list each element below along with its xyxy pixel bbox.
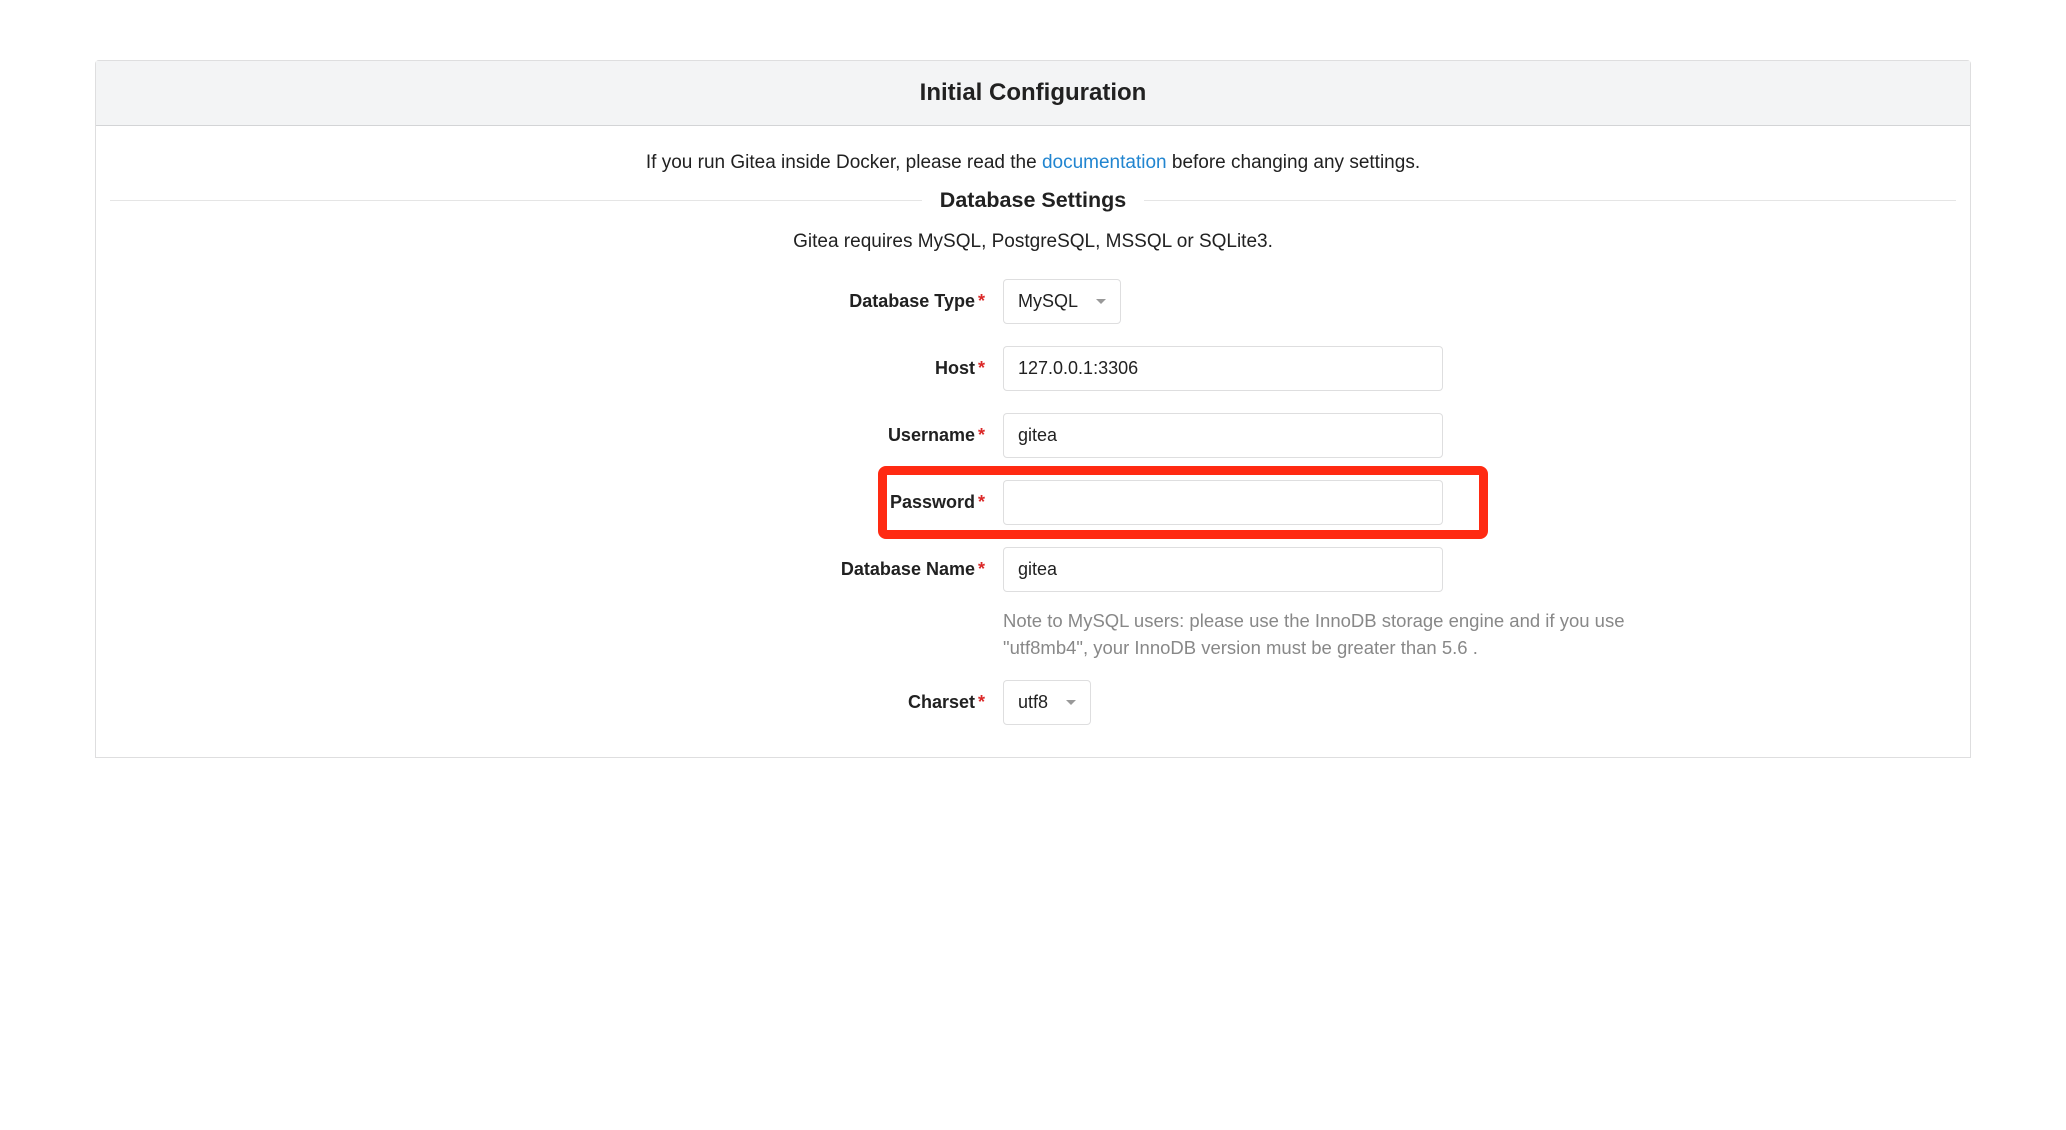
db-form: Database Type* MySQL Host* [433, 279, 1633, 725]
control-mysql-note: Note to MySQL users: please use the Inno… [1003, 608, 1633, 662]
field-mysql-note: . Note to MySQL users: please use the In… [433, 608, 1633, 662]
field-username: Username* [433, 413, 1633, 458]
field-db-type: Database Type* MySQL [433, 279, 1633, 324]
db-type-select[interactable]: MySQL [1003, 279, 1121, 324]
charset-value: utf8 [1018, 692, 1048, 713]
username-input[interactable] [1003, 413, 1443, 458]
label-password-text: Password [890, 492, 975, 512]
label-db-type-text: Database Type [849, 291, 975, 311]
intro-text: If you run Gitea inside Docker, please r… [110, 152, 1956, 174]
label-charset-text: Charset [908, 692, 975, 712]
charset-select[interactable]: utf8 [1003, 680, 1091, 725]
control-password [1003, 480, 1633, 525]
documentation-link[interactable]: documentation [1042, 152, 1167, 173]
db-settings-heading: Database Settings [110, 188, 1956, 213]
panel-body: If you run Gitea inside Docker, please r… [96, 126, 1970, 757]
field-password: Password* [433, 480, 1633, 525]
field-db-name: Database Name* [433, 547, 1633, 592]
label-host: Host* [433, 358, 1003, 379]
field-charset: Charset* utf8 [433, 680, 1633, 725]
required-asterisk: * [978, 358, 985, 378]
label-charset: Charset* [433, 692, 1003, 713]
db-requirements-note: Gitea requires MySQL, PostgreSQL, MSSQL … [110, 231, 1956, 253]
required-asterisk: * [978, 492, 985, 512]
db-type-value: MySQL [1018, 291, 1078, 312]
chevron-down-icon [1066, 700, 1076, 705]
control-host [1003, 346, 1633, 391]
label-password: Password* [433, 492, 1003, 513]
label-db-name-text: Database Name [841, 559, 975, 579]
label-db-name: Database Name* [433, 559, 1003, 580]
required-asterisk: * [978, 559, 985, 579]
control-username [1003, 413, 1633, 458]
required-asterisk: * [978, 425, 985, 445]
label-db-type: Database Type* [433, 291, 1003, 312]
control-db-name [1003, 547, 1633, 592]
intro-suffix: before changing any settings. [1167, 152, 1421, 173]
chevron-down-icon [1096, 299, 1106, 304]
intro-prefix: If you run Gitea inside Docker, please r… [646, 152, 1042, 173]
password-input[interactable] [1003, 480, 1443, 525]
required-asterisk: * [978, 291, 985, 311]
label-username-text: Username [888, 425, 975, 445]
db-name-input[interactable] [1003, 547, 1443, 592]
required-asterisk: * [978, 692, 985, 712]
config-panel: Initial Configuration If you run Gitea i… [95, 60, 1971, 758]
label-username: Username* [433, 425, 1003, 446]
host-input[interactable] [1003, 346, 1443, 391]
control-charset: utf8 [1003, 680, 1633, 725]
mysql-note-text: Note to MySQL users: please use the Inno… [1003, 608, 1633, 662]
panel-title: Initial Configuration [96, 61, 1970, 126]
db-settings-heading-text: Database Settings [922, 188, 1144, 213]
control-db-type: MySQL [1003, 279, 1633, 324]
label-host-text: Host [935, 358, 975, 378]
field-host: Host* [433, 346, 1633, 391]
